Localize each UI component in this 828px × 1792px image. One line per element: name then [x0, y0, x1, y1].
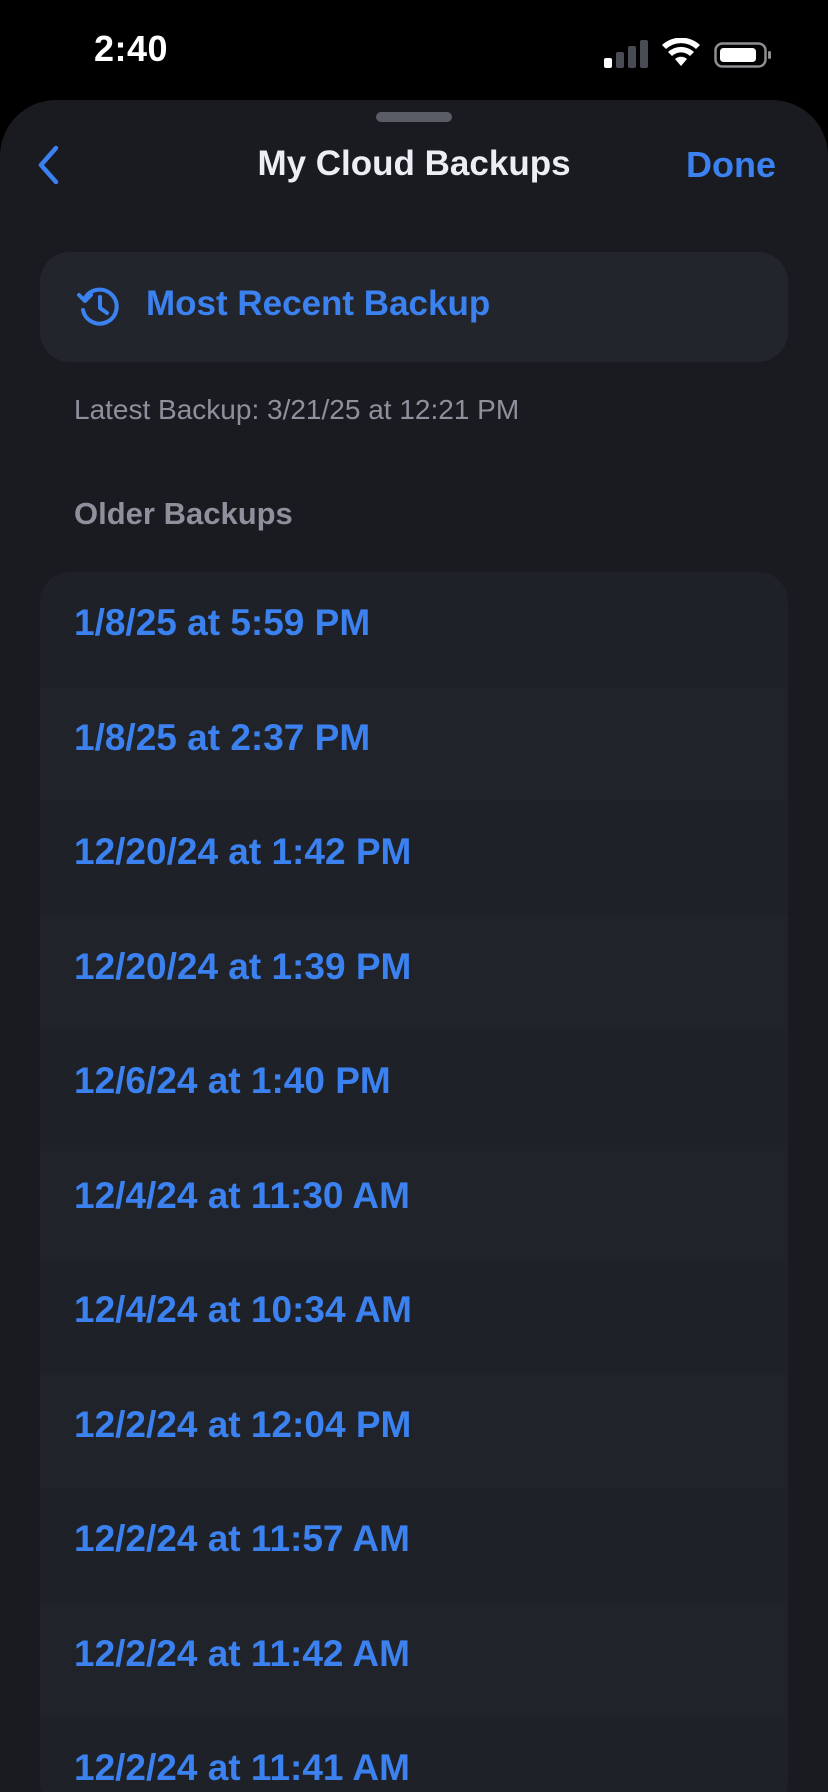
- older-backup-item[interactable]: 12/2/24 at 11:42 AM: [40, 1602, 788, 1717]
- backups-sheet: My Cloud Backups Done Most Recent Backup…: [0, 100, 828, 1792]
- older-backup-item[interactable]: 12/20/24 at 1:39 PM: [40, 915, 788, 1030]
- older-backup-label: 12/2/24 at 11:57 AM: [74, 1518, 410, 1559]
- status-time: 2:40: [94, 28, 169, 69]
- most-recent-backup-label: Most Recent Backup: [146, 284, 491, 323]
- history-clock-icon: [77, 287, 119, 326]
- older-backup-label: 12/2/24 at 11:41 AM: [74, 1747, 410, 1788]
- done-button[interactable]: Done: [686, 144, 776, 186]
- older-backup-item[interactable]: 12/2/24 at 11:57 AM: [40, 1488, 788, 1602]
- older-backup-item[interactable]: 12/4/24 at 11:30 AM: [40, 1144, 788, 1259]
- older-backup-label: 12/2/24 at 11:42 AM: [74, 1632, 410, 1674]
- cellular-signal-icon: [604, 40, 648, 68]
- older-backup-label: 12/4/24 at 11:30 AM: [74, 1174, 410, 1216]
- battery-icon: [714, 42, 771, 68]
- older-backup-label: 12/20/24 at 1:42 PM: [74, 831, 412, 872]
- older-backup-label: 1/8/25 at 5:59 PM: [74, 602, 371, 643]
- older-backups-header: Older Backups: [74, 496, 293, 531]
- older-backup-item[interactable]: 12/6/24 at 1:40 PM: [40, 1030, 788, 1144]
- navigation-bar: My Cloud Backups Done: [0, 130, 828, 200]
- older-backup-label: 1/8/25 at 2:37 PM: [74, 716, 371, 758]
- older-backup-label: 12/20/24 at 1:39 PM: [74, 945, 412, 987]
- most-recent-backup-button[interactable]: Most Recent Backup: [40, 252, 788, 362]
- older-backup-label: 12/4/24 at 10:34 AM: [74, 1289, 412, 1330]
- older-backup-label: 12/2/24 at 12:04 PM: [74, 1403, 412, 1445]
- older-backup-item[interactable]: 1/8/25 at 5:59 PM: [40, 572, 788, 686]
- wifi-icon: [662, 38, 700, 66]
- sheet-grabber[interactable]: [376, 112, 452, 122]
- status-bar: 2:40: [0, 0, 828, 100]
- latest-backup-text: Latest Backup: 3/21/25 at 12:21 PM: [74, 394, 520, 425]
- older-backup-item[interactable]: 12/4/24 at 10:34 AM: [40, 1259, 788, 1373]
- older-backup-item[interactable]: 12/2/24 at 11:41 AM: [40, 1717, 788, 1792]
- older-backup-label: 12/6/24 at 1:40 PM: [74, 1060, 391, 1101]
- older-backup-item[interactable]: 12/20/24 at 1:42 PM: [40, 801, 788, 915]
- older-backups-list: 1/8/25 at 5:59 PM 1/8/25 at 2:37 PM 12/20/…: [40, 572, 788, 1792]
- older-backup-item[interactable]: 12/2/24 at 12:04 PM: [40, 1373, 788, 1488]
- older-backup-item[interactable]: 1/8/25 at 2:37 PM: [40, 686, 788, 801]
